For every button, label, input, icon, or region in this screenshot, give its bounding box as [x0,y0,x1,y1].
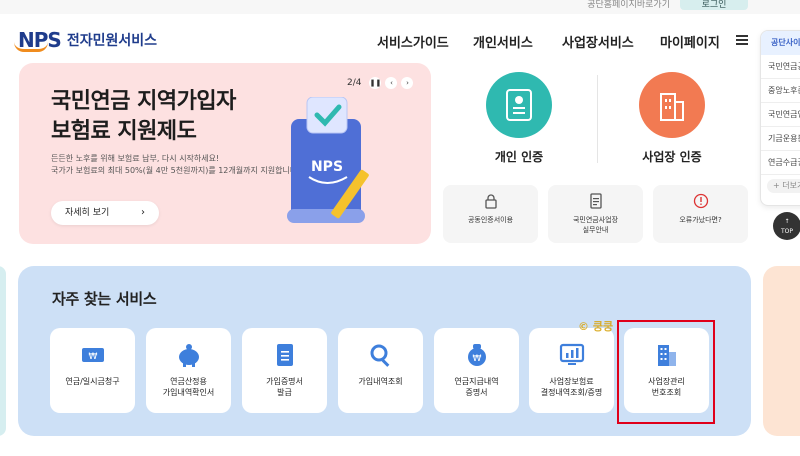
more-sites-button[interactable]: + 더보기 [767,179,800,193]
building-icon [639,72,705,138]
logo-text: 전자민원서비스 [66,33,157,49]
nav-my-page[interactable]: 마이페이지 [660,32,720,51]
document-icon [589,193,602,209]
highlight-annotation [617,320,715,424]
search-icon [370,344,389,367]
document-list-icon [276,344,293,366]
nav-business-service[interactable]: 사업장서비스 [562,32,634,51]
nav-service-guide[interactable]: 서비스가이드 [377,32,449,51]
personal-auth-label: 개인 인증 [494,150,544,164]
personal-auth-card[interactable]: 개인 인증 [444,72,594,172]
related-site-item[interactable]: 중앙노후준비 지원센터 [761,79,800,103]
watermark: © 쿵쿵 [578,320,614,333]
menu-icon[interactable] [736,35,748,45]
enrollment-certificate-card[interactable]: 가입증명서 발급 [242,328,327,413]
piggy-bank-icon [178,344,199,367]
pension-claim-card[interactable]: ₩ 연금/일시금청구 [50,328,135,413]
lock-icon [484,194,497,209]
nav-personal-service[interactable]: 개인서비스 [473,32,533,51]
site-logo[interactable]: NPS 전자민원서비스 [14,28,157,52]
svg-text:₩: ₩ [88,352,97,362]
promo-banner[interactable]: 국민연금 지역가입자 보험료 지원제도 든든한 노후를 위해 보험료 납부, 다… [19,63,431,244]
chevron-left-icon[interactable]: ‹ [385,77,398,89]
enrollment-record-card[interactable]: 연금산정용 가입내역확인서 [146,328,231,413]
prev-section-edge [0,266,6,436]
arrow-up-icon: ↑ [784,218,790,225]
business-auth-card[interactable]: 사업장 인증 [597,72,747,172]
chevron-right-icon: › [141,207,145,218]
banner-title: 국민연금 지역가입자 보험료 지원제도 [51,89,236,144]
enrollment-inquiry-card[interactable]: 가입내역조회 [338,328,423,413]
related-site-item[interactable]: 기금운용본부 [761,127,800,151]
banner-description: 든든한 노후를 위해 보험료 납부, 다시 시작하세요! 국가가 보험료의 최대… [51,154,300,175]
error-help-card[interactable]: 오류가났다면? [653,185,748,243]
top-strip: 공단홈페이지바로가기 로그인 [0,0,800,14]
certificate-usage-card[interactable]: 공동인증서이용 [443,185,538,243]
top-link[interactable]: 공단홈페이지바로가기 [587,0,670,10]
payment-certificate-card[interactable]: ₩ 연금지급내역 증명서 [434,328,519,413]
banner-page-count: 2/4 [347,78,362,88]
banner-pager: 2/4 ❚❚ ‹ › [347,77,414,89]
next-section-edge [763,266,800,436]
related-sites-title: 공단사이트 [761,31,800,55]
id-card-icon [486,72,552,138]
pause-icon[interactable]: ❚❚ [369,77,382,89]
login-button[interactable]: 로그인 [680,0,748,10]
business-auth-label: 사업장 인증 [642,150,702,164]
svg-text:NPS: NPS [311,159,343,175]
business-guide-card[interactable]: 국민연금사업장 실무안내 [548,185,643,243]
monitor-chart-icon [559,343,584,365]
related-site-item[interactable]: 국민연금연구원 [761,103,800,127]
top-label: TOP [780,228,793,235]
banner-detail-button[interactable]: 자세히 보기 › [51,201,159,225]
related-site-item[interactable]: 연금수급권 [761,151,800,175]
won-card-icon: ₩ [81,348,104,362]
document-illustration: NPS [287,97,369,223]
scroll-top-button[interactable]: ↑ TOP [773,212,800,240]
business-premium-card[interactable]: 사업장보험료 결정내역조회/증명 [529,328,614,413]
svg-text:₩: ₩ [472,354,481,364]
chevron-right-icon[interactable]: › [401,77,414,89]
alert-icon [693,193,708,209]
logo-mark: NPS [14,28,62,52]
related-sites-panel: 공단사이트 국민연금공단 중앙노후준비 지원센터 국민연금연구원 기금운용본부 … [760,30,800,206]
money-bag-icon: ₩ [467,344,486,366]
frequent-services-title: 자주 찾는 서비스 [52,290,157,308]
related-site-item[interactable]: 국민연금공단 [761,55,800,79]
